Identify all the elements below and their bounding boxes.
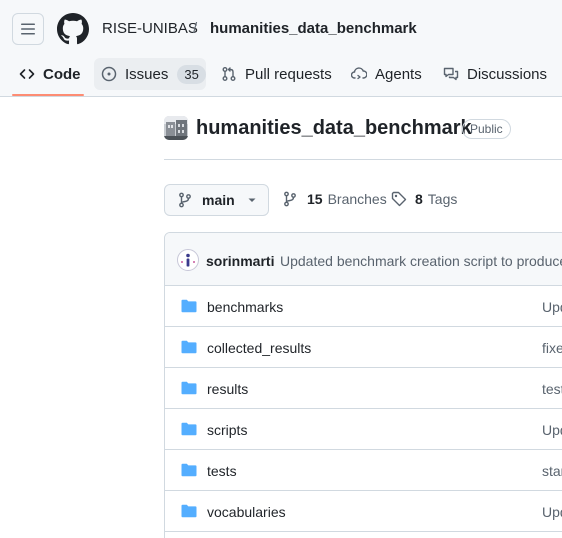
file-name-link[interactable]: scripts	[207, 422, 247, 438]
global-header: RISE-UNIBAS / humanities_data_benchmark …	[0, 0, 562, 97]
list-item[interactable]: benchmarks Upd	[165, 286, 562, 327]
folder-icon	[181, 340, 197, 354]
issues-count-badge: 35	[177, 64, 206, 84]
pull-request-icon	[222, 67, 236, 81]
file-name-link[interactable]: vocabularies	[207, 504, 286, 520]
breadcrumb-separator: /	[193, 20, 198, 37]
avatar[interactable]	[177, 249, 199, 271]
repo-title[interactable]: humanities_data_benchmark	[196, 117, 472, 140]
selected-tab-indicator	[12, 94, 84, 96]
code-icon	[19, 69, 35, 79]
branches-count: 15	[307, 191, 323, 207]
file-commit-message[interactable]: Upd	[542, 299, 562, 315]
file-commit-message[interactable]: Upd	[542, 422, 562, 438]
folder-icon	[181, 422, 197, 436]
triangle-down-icon	[248, 198, 256, 202]
tags-link[interactable]: 8 Tags	[391, 191, 457, 207]
tab-code-label: Code	[43, 65, 81, 83]
branch-select-button[interactable]: main	[164, 184, 269, 216]
open-menu-button[interactable]	[12, 13, 44, 45]
branches-link[interactable]: 15 Branches	[282, 191, 387, 207]
tags-label: Tags	[427, 191, 458, 207]
tab-discussions[interactable]: Discussions	[443, 58, 547, 90]
issue-icon	[101, 66, 117, 82]
list-item[interactable]: scripts Upd	[165, 409, 562, 450]
tab-discussions-label: Discussions	[467, 65, 548, 83]
tag-icon	[391, 191, 407, 207]
folder-icon	[181, 504, 197, 518]
file-name-link[interactable]: results	[207, 381, 248, 397]
breadcrumb-repo-link[interactable]: humanities_data_benchmark	[210, 20, 417, 37]
list-item[interactable]: vocabularies Upd	[165, 491, 562, 532]
file-name-link[interactable]: benchmarks	[207, 299, 283, 315]
tab-pull-requests-label: Pull requests	[245, 65, 332, 83]
agents-icon	[351, 67, 367, 80]
file-commit-message[interactable]: Upd	[542, 504, 562, 520]
tags-count: 8	[415, 191, 423, 207]
file-listing: sorinmarti Updated benchmark creation sc…	[164, 232, 562, 538]
git-branch-icon	[179, 192, 191, 208]
list-item[interactable]: collected_results fixe	[165, 327, 562, 368]
tab-pull-requests[interactable]: Pull requests	[221, 58, 332, 90]
repo-owner-avatar[interactable]	[164, 116, 188, 140]
list-item[interactable]: results test	[165, 368, 562, 409]
tab-issues[interactable]: Issues 35	[94, 58, 206, 90]
file-commit-message[interactable]: fixe	[542, 340, 562, 356]
file-commit-message[interactable]: star	[542, 463, 562, 479]
folder-icon	[181, 463, 197, 477]
visibility-badge: Public	[462, 119, 511, 139]
tab-agents-label: Agents	[375, 65, 422, 83]
file-name-link[interactable]: tests	[207, 463, 237, 479]
tab-agents[interactable]: Agents	[351, 58, 422, 90]
folder-icon	[181, 381, 197, 395]
tab-issues-label: Issues	[125, 65, 169, 83]
hamburger-icon	[21, 23, 35, 35]
breadcrumb-owner-link[interactable]: RISE-UNIBAS	[102, 20, 198, 37]
folder-icon	[181, 299, 197, 313]
discussions-icon	[443, 67, 459, 81]
list-item[interactable]: tests star	[165, 450, 562, 491]
file-commit-message[interactable]: test	[542, 381, 562, 397]
tab-code[interactable]: Code	[13, 58, 87, 90]
commit-message-link[interactable]: Updated benchmark creation script to pro…	[280, 253, 562, 269]
github-logo-icon[interactable]	[57, 13, 89, 45]
git-branch-icon	[284, 191, 296, 207]
file-name-link[interactable]: collected_results	[207, 340, 311, 356]
latest-commit-row: sorinmarti Updated benchmark creation sc…	[165, 233, 562, 286]
branches-label: Branches	[327, 191, 387, 207]
current-branch-name: main	[202, 192, 235, 208]
divider	[164, 159, 562, 160]
commit-author-link[interactable]: sorinmarti	[206, 253, 274, 269]
